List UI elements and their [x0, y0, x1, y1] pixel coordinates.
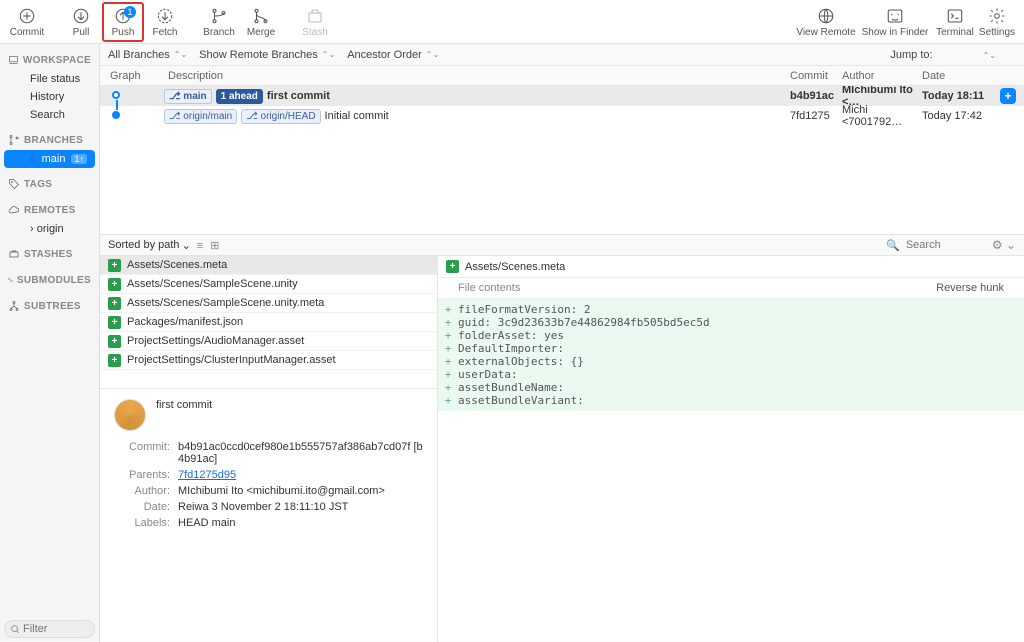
branch-ahead-badge: 1↑ [71, 154, 87, 164]
detail-parent-link[interactable]: 7fd1275d95 [178, 469, 236, 481]
toolbar: Commit Pull 1 Push Fetch Branch Merge St… [0, 0, 1024, 44]
diff-subhead-label: File contents [458, 282, 520, 294]
sidebar-remote-item[interactable]: › origin [0, 220, 99, 238]
view-remote-button[interactable]: View Remote [796, 2, 856, 42]
sidebar-tags-head[interactable]: TAGS [0, 174, 99, 194]
branch-icon [209, 6, 229, 26]
col-date[interactable]: Date [922, 70, 1000, 82]
finder-icon [885, 6, 905, 26]
sidebar-remotes-head[interactable]: REMOTES [0, 200, 99, 220]
sidebar-item[interactable]: Search [0, 106, 99, 124]
file-item[interactable]: +Packages/manifest.json [100, 313, 437, 332]
fetch-button[interactable]: Fetch [144, 2, 186, 42]
file-pane: +Assets/Scenes.meta+Assets/Scenes/Sample… [100, 256, 438, 642]
ref-tag[interactable]: 1 ahead [216, 89, 263, 104]
col-graph[interactable]: Graph [100, 70, 164, 82]
sidebar-submodules-head[interactable]: SUBMODULES [0, 270, 99, 290]
diff-pane: + Assets/Scenes.meta File contents Rever… [438, 256, 1024, 642]
commit-row[interactable]: ⎇ origin/main⎇ origin/HEAD Initial commi… [100, 106, 1024, 126]
sort-label[interactable]: Sorted by path [108, 239, 180, 251]
branch-icon [30, 154, 38, 164]
tag-icon [8, 178, 20, 190]
author-avatar [114, 399, 146, 431]
file-item[interactable]: +ProjectSettings/ClusterInputManager.ass… [100, 351, 437, 370]
pull-button[interactable]: Pull [60, 2, 102, 42]
sidebar-branch-main[interactable]: main 1↑ [4, 150, 95, 168]
file-search-input[interactable] [906, 239, 986, 251]
terminal-icon [945, 6, 965, 26]
col-author[interactable]: Author [842, 70, 922, 82]
branch-icon [8, 134, 20, 146]
added-icon: + [108, 259, 121, 272]
search-icon: 🔍 [886, 239, 900, 252]
jump-to-label: Jump to:⌃⌄ [890, 49, 996, 61]
pull-icon [71, 6, 91, 26]
detail-commit-hash: b4b91ac0ccd0cef980e1b555757af386ab7cd07f… [178, 441, 423, 465]
terminal-button[interactable]: Terminal [934, 2, 976, 42]
added-icon: + [108, 297, 121, 310]
subtree-icon [8, 300, 20, 312]
merge-button[interactable]: Merge [240, 2, 282, 42]
stash-button[interactable]: Stash [294, 2, 336, 42]
diff-body: +fileFormatVersion: 2+guid: 3c9d23633b7e… [438, 299, 1024, 411]
sidebar-branches-head[interactable]: BRANCHES [0, 130, 99, 150]
desktop-icon [8, 54, 19, 66]
stash-icon [305, 6, 325, 26]
diff-file-name: Assets/Scenes.meta [465, 261, 565, 273]
gear-icon [987, 6, 1007, 26]
sort-bar: Sorted by path ⌄ ≡ ⊞ 🔍 ⚙︎ ⌄ [100, 234, 1024, 256]
push-badge: 1 [124, 6, 136, 18]
col-commit[interactable]: Commit [790, 70, 842, 82]
detail-labels: HEAD main [178, 517, 423, 529]
commit-details: first commit Commit:b4b91ac0ccd0cef980e1… [100, 388, 437, 642]
sidebar-stashes-head[interactable]: STASHES [0, 244, 99, 264]
file-item[interactable]: +Assets/Scenes/SampleScene.unity.meta [100, 294, 437, 313]
settings-button[interactable]: Settings [976, 2, 1018, 42]
file-item[interactable]: +Assets/Scenes.meta [100, 256, 437, 275]
commit-message: first commit [156, 399, 212, 431]
stash-icon [8, 248, 20, 260]
sidebar-subtrees-head[interactable]: SUBTREES [0, 296, 99, 316]
remote-filter-select[interactable]: Show Remote Branches⌃⌄ [199, 49, 335, 61]
added-icon: + [108, 316, 121, 329]
commit-list-header: Graph Description Commit Author Date [100, 66, 1024, 86]
fetch-icon [155, 6, 175, 26]
commit-row[interactable]: ⎇ main1 ahead first commitb4b91acMIchibu… [100, 86, 1024, 106]
merge-icon [251, 6, 271, 26]
detail-author: MIchibumi Ito <michibumi.ito@gmail.com> [178, 485, 423, 497]
filter-bar: All Branches⌃⌄ Show Remote Branches⌃⌄ An… [100, 44, 1024, 66]
added-icon: + [108, 335, 121, 348]
commit-button[interactable]: Commit [6, 2, 48, 42]
show-finder-button[interactable]: Show in Finder [856, 2, 934, 42]
branch-button[interactable]: Branch [198, 2, 240, 42]
branch-filter-select[interactable]: All Branches⌃⌄ [108, 49, 187, 61]
added-icon: + [446, 260, 459, 273]
cloud-icon [8, 204, 20, 216]
ref-tag[interactable]: ⎇ origin/main [164, 109, 237, 124]
commit-list: ⎇ main1 ahead first commitb4b91acMIchibu… [100, 86, 1024, 234]
detail-date: Reiwa 3 November 2 18:11:10 JST [178, 501, 423, 513]
sidebar: WORKSPACE File statusHistorySearch BRANC… [0, 44, 100, 642]
submodule-icon [8, 274, 13, 286]
sidebar-workspace-head[interactable]: WORKSPACE [0, 50, 99, 70]
col-desc[interactable]: Description [164, 70, 790, 82]
sidebar-item[interactable]: File status [0, 70, 99, 88]
expand-button[interactable]: + [1000, 88, 1016, 104]
file-item[interactable]: +ProjectSettings/AudioManager.asset [100, 332, 437, 351]
file-gear-icon[interactable]: ⚙︎ ⌄ [992, 238, 1016, 252]
reverse-hunk-button[interactable]: Reverse hunk [936, 282, 1004, 294]
added-icon: + [108, 354, 121, 367]
ref-tag[interactable]: ⎇ main [164, 89, 212, 104]
sidebar-item[interactable]: History [0, 88, 99, 106]
sidebar-filter-input[interactable] [4, 620, 95, 638]
added-icon: + [108, 278, 121, 291]
push-button[interactable]: 1 Push [102, 2, 144, 42]
ref-tag[interactable]: ⎇ origin/HEAD [241, 109, 320, 124]
view-mode-icons[interactable]: ≡ ⊞ [197, 239, 222, 252]
order-select[interactable]: Ancestor Order⌃⌄ [347, 49, 439, 61]
globe-icon [816, 6, 836, 26]
commit-icon [17, 6, 37, 26]
file-item[interactable]: +Assets/Scenes/SampleScene.unity [100, 275, 437, 294]
